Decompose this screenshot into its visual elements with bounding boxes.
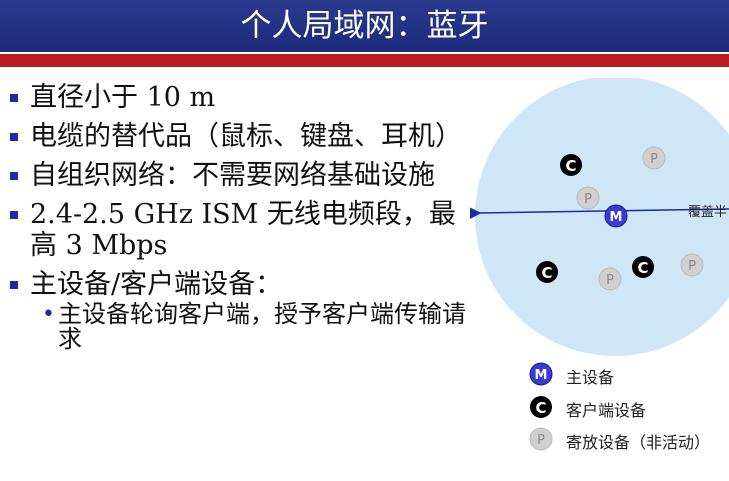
- coverage-radius-label: 覆盖半: [688, 205, 727, 220]
- svg-text:P: P: [537, 433, 545, 448]
- parked-device-node: P: [680, 253, 704, 277]
- bullet-square-icon: [10, 281, 18, 289]
- parked-device-node: P: [598, 267, 622, 291]
- bullet-text: 电缆的替代品（鼠标、键盘、耳机）: [30, 121, 462, 152]
- client-letter: C: [637, 259, 648, 277]
- bullet-list: 直径小于 10 m 电缆的替代品（鼠标、键盘、耳机） 自组织网络：不需要网络基础…: [8, 82, 468, 352]
- sub-bullet-text: 主设备轮询客户端，授予客户端传输请求: [58, 300, 466, 353]
- title-divider: [0, 54, 729, 67]
- client-legend-icon: C: [530, 396, 552, 418]
- sub-bullet-item: • 主设备轮询客户端，授予客户端传输请求: [8, 302, 468, 352]
- svg-text:M: M: [535, 368, 548, 383]
- sub-bullet-dot-icon: •: [42, 302, 55, 327]
- piconet-diagram: 覆盖半 C P P M C P C P: [470, 78, 729, 356]
- bullet-item: 2.4-2.5 GHz ISM 无线电频段，最高 3 Mbps: [8, 199, 468, 261]
- legend-label: 客户端设备: [566, 401, 647, 420]
- master-letter: M: [610, 210, 623, 225]
- client-device-node: C: [560, 154, 582, 176]
- parked-device-node: P: [642, 146, 666, 170]
- bullet-square-icon: [10, 172, 18, 180]
- client-letter: C: [565, 157, 576, 175]
- bullet-item: 电缆的替代品（鼠标、键盘、耳机）: [8, 121, 468, 152]
- parked-letter: P: [650, 152, 658, 167]
- bullet-item: 自组织网络：不需要网络基础设施: [8, 160, 468, 191]
- legend-label: 主设备: [566, 368, 615, 387]
- bullet-text: 自组织网络：不需要网络基础设施: [30, 160, 435, 191]
- parked-letter: P: [584, 192, 592, 207]
- client-letter: C: [541, 264, 552, 282]
- bullet-text: 直径小于 10 m: [30, 82, 216, 113]
- master-legend-icon: M: [529, 362, 553, 386]
- parked-letter: P: [688, 259, 696, 274]
- parked-legend-icon: P: [529, 427, 553, 451]
- bullet-text: 主设备/客户端设备：: [30, 269, 283, 300]
- bullet-item: 主设备/客户端设备：: [8, 269, 468, 300]
- legend: M 主设备 C 客户端设备 P 寄放设备（非活动）: [528, 360, 729, 460]
- svg-text:C: C: [535, 399, 546, 417]
- legend-label: 寄放设备（非活动）: [566, 433, 711, 452]
- master-device-node: M: [604, 204, 628, 228]
- parked-letter: P: [606, 273, 614, 288]
- client-device-node: C: [536, 261, 558, 283]
- parked-device-node: P: [576, 186, 600, 210]
- bullet-square-icon: [10, 211, 18, 219]
- bullet-square-icon: [10, 133, 18, 141]
- bullet-text: 2.4-2.5 GHz ISM 无线电频段，最高 3 Mbps: [30, 199, 456, 261]
- bullet-square-icon: [10, 94, 18, 102]
- client-device-node: C: [632, 256, 654, 278]
- slide-title: 个人局域网：蓝牙: [240, 8, 489, 44]
- bullet-item: 直径小于 10 m: [8, 82, 468, 113]
